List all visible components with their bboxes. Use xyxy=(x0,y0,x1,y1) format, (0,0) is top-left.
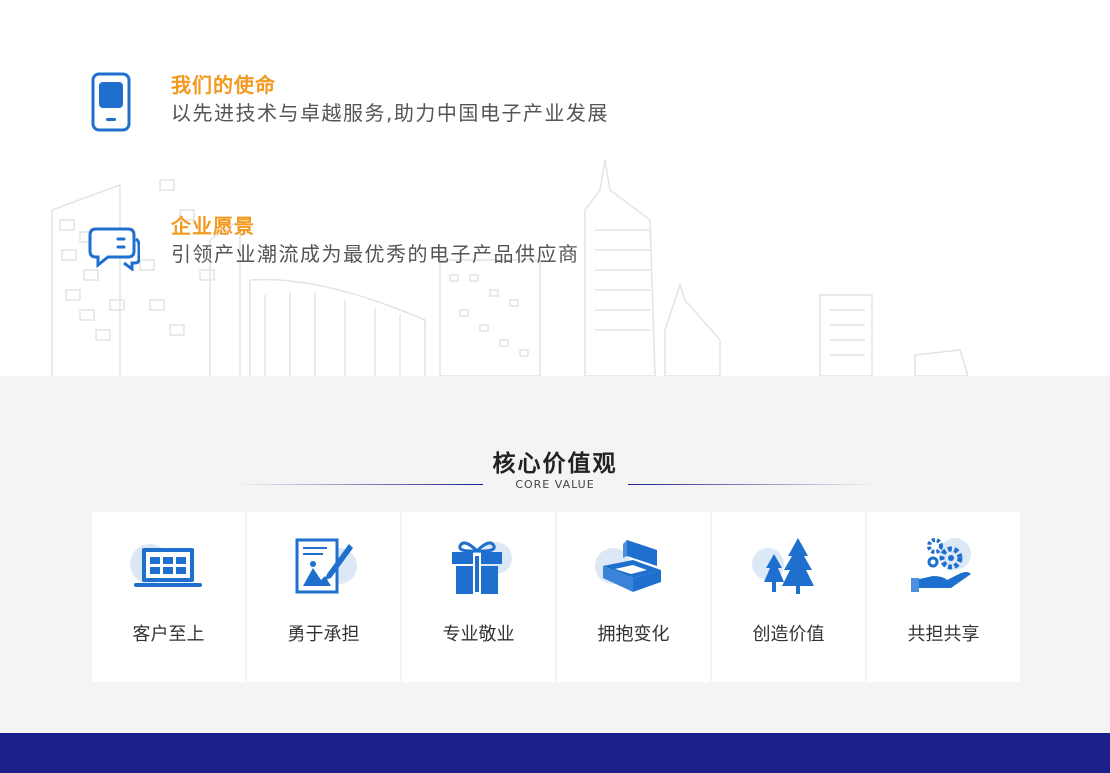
gears-hand-icon xyxy=(911,538,971,592)
gift-icon xyxy=(452,541,512,594)
document-pen-icon xyxy=(295,538,357,594)
core-values-section: 核心价值观 CORE VALUE 客户至上 勇于承担 专业敬业 拥抱变化 创造价… xyxy=(0,376,1110,733)
value-card[interactable]: 勇于承担 xyxy=(247,512,400,682)
laptop-icon xyxy=(130,544,202,587)
value-label: 创造价值 xyxy=(752,624,825,645)
value-card[interactable]: 拥抱变化 xyxy=(557,512,710,682)
core-values-subtitle: CORE VALUE xyxy=(515,478,595,491)
vision-block: 企业愿景 引领产业潮流成为最优秀的电子产品供应商 xyxy=(88,213,580,271)
value-card[interactable]: 创造价值 xyxy=(712,512,865,682)
trees-icon xyxy=(752,538,814,594)
mission-vision-section: 我们的使命 以先进技术与卓越服务,助力中国电子产业发展 企业愿景 引领产业潮流成… xyxy=(0,0,1110,376)
value-label: 专业敬业 xyxy=(442,624,515,645)
value-label: 客户至上 xyxy=(132,624,205,645)
value-card[interactable]: 共担共享 xyxy=(867,512,1020,682)
core-values-title: 核心价值观 xyxy=(492,451,618,477)
core-values-cards: 客户至上 勇于承担 专业敬业 拥抱变化 创造价值 共担共享 xyxy=(92,512,1020,682)
vision-title: 企业愿景 xyxy=(171,214,255,238)
boxes-icon xyxy=(595,540,661,592)
value-card[interactable]: 客户至上 xyxy=(92,512,245,682)
value-card[interactable]: 专业敬业 xyxy=(402,512,555,682)
chat-bubbles-icon xyxy=(88,227,140,271)
mission-description: 以先进技术与卓越服务,助力中国电子产业发展 xyxy=(171,101,609,125)
mission-block: 我们的使命 以先进技术与卓越服务,助力中国电子产业发展 xyxy=(88,72,609,132)
value-label: 勇于承担 xyxy=(287,624,360,645)
vision-description: 引领产业潮流成为最优秀的电子产品供应商 xyxy=(171,242,580,266)
value-label: 拥抱变化 xyxy=(597,624,670,645)
footer-bar xyxy=(0,733,1110,773)
mission-title: 我们的使命 xyxy=(171,73,276,97)
value-label: 共担共享 xyxy=(907,624,980,645)
smartphone-icon xyxy=(91,72,131,132)
